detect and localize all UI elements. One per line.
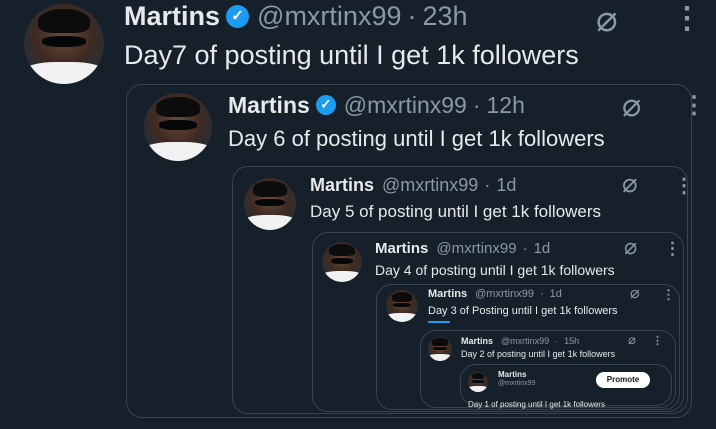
avatar[interactable] bbox=[428, 337, 452, 361]
display-name[interactable]: Martins bbox=[428, 288, 467, 300]
username[interactable]: @mxrtinx99 bbox=[498, 380, 535, 387]
more-options-icon[interactable]: ⋮ bbox=[664, 240, 681, 257]
tweet-text: Day 6 of posting until I get 1k follower… bbox=[228, 126, 605, 151]
more-options-icon[interactable]: ⋮ bbox=[674, 176, 694, 196]
promote-button[interactable]: Promote bbox=[596, 372, 650, 388]
timestamp[interactable]: 12h bbox=[487, 92, 525, 119]
verified-badge-icon bbox=[315, 95, 336, 115]
avatar[interactable] bbox=[244, 178, 296, 230]
tweet-text: Day 5 of posting until I get 1k follower… bbox=[310, 202, 602, 221]
grok-icon[interactable]: ⌀ bbox=[624, 234, 637, 260]
more-options-icon[interactable]: ⋮ bbox=[652, 336, 663, 347]
timestamp[interactable]: 1d bbox=[496, 175, 516, 196]
display-name[interactable]: Martins bbox=[124, 1, 220, 32]
grok-icon[interactable]: ⌀ bbox=[622, 86, 641, 124]
username[interactable]: @mxrtinx99 bbox=[257, 1, 401, 32]
avatar[interactable] bbox=[386, 290, 418, 322]
tweet-header: Martins @mxrtinx99 · 1d bbox=[375, 237, 550, 259]
tweet-text: Day 3 of Posting until I get 1k follower… bbox=[428, 305, 618, 317]
display-name[interactable]: Martins bbox=[498, 370, 526, 379]
username[interactable]: @mxrtinx99 bbox=[382, 175, 478, 196]
avatar[interactable] bbox=[322, 242, 362, 282]
avatar[interactable] bbox=[144, 93, 212, 161]
display-name[interactable]: Martins bbox=[461, 336, 493, 346]
more-options-icon[interactable]: ⋮ bbox=[662, 288, 675, 301]
username[interactable]: @mxrtinx99 bbox=[436, 240, 516, 257]
tweet-header: Martins @mxrtinx99 · 15h bbox=[461, 334, 579, 348]
timestamp[interactable]: 15h bbox=[564, 336, 579, 346]
grok-icon[interactable]: ⌀ bbox=[630, 283, 640, 303]
display-name[interactable]: Martins bbox=[228, 92, 310, 119]
verified-badge-icon bbox=[226, 4, 250, 28]
separator-dot: · bbox=[407, 0, 417, 31]
separator-dot: · bbox=[555, 336, 559, 346]
tweet-header: Martins @mxrtinx99 · 12h bbox=[228, 90, 525, 120]
more-options-icon[interactable]: ⋮ bbox=[672, 4, 702, 34]
tweet-header: Martins @mxrtinx99 · 1d bbox=[428, 286, 562, 302]
more-options-icon[interactable]: ⋮ bbox=[682, 94, 706, 118]
avatar[interactable] bbox=[24, 4, 104, 84]
tweet-text: Day 2 of posting until I get 1k follower… bbox=[461, 349, 616, 359]
avatar[interactable] bbox=[468, 372, 488, 392]
timestamp[interactable]: 23h bbox=[422, 1, 467, 32]
display-name[interactable]: Martins bbox=[375, 240, 428, 257]
username[interactable]: @mxrtinx99 bbox=[501, 336, 549, 346]
grok-icon[interactable]: ⌀ bbox=[628, 332, 636, 348]
username[interactable]: @mxrtinx99 bbox=[344, 92, 467, 119]
tweet-text: Day 1 of posting until I get 1k follower… bbox=[468, 400, 605, 409]
timestamp[interactable]: 1d bbox=[534, 240, 551, 257]
grok-icon[interactable]: ⌀ bbox=[596, 0, 618, 40]
separator-dot: · bbox=[472, 91, 481, 118]
tweet-header: Martins @mxrtinx99 · 23h bbox=[124, 0, 468, 32]
display-name[interactable]: Martins bbox=[310, 175, 374, 196]
separator-dot: · bbox=[522, 239, 528, 257]
tweet-header: Martins @mxrtinx99 · 1d bbox=[310, 172, 516, 198]
grok-icon[interactable]: ⌀ bbox=[622, 168, 638, 199]
tweet-text: Day7 of posting until I get 1k followers bbox=[124, 40, 579, 70]
username[interactable]: @mxrtinx99 bbox=[475, 288, 534, 300]
progress-underline bbox=[428, 321, 450, 323]
timestamp[interactable]: 1d bbox=[550, 288, 562, 300]
tweet-text: Day 4 of posting until I get 1k follower… bbox=[375, 262, 615, 278]
separator-dot: · bbox=[539, 288, 544, 300]
separator-dot: · bbox=[484, 174, 491, 195]
